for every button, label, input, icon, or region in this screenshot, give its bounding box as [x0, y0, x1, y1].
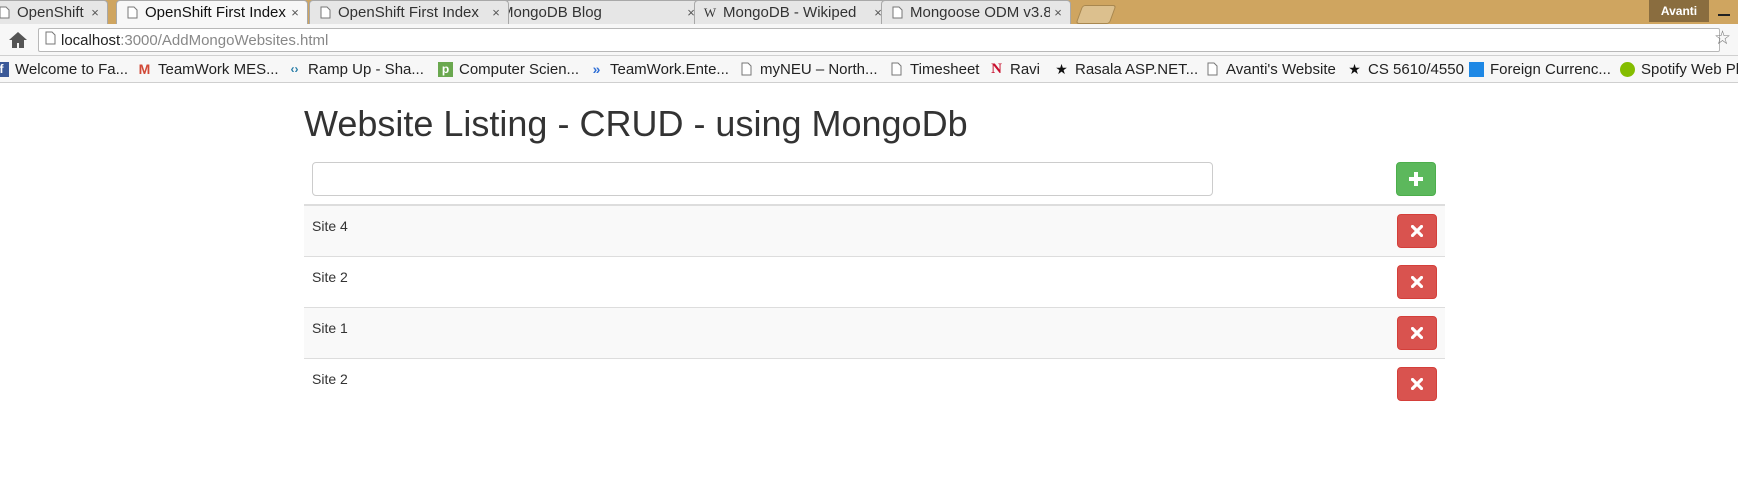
delete-site-button[interactable] [1397, 367, 1437, 401]
tab-label: OpenShift First Index [145, 4, 286, 21]
close-icon [1411, 378, 1423, 390]
bookmark-label: Foreign Currenc... [1490, 60, 1611, 78]
tab-label: OpenShift First Index [338, 4, 479, 21]
tab-mongodb-wikipedia[interactable]: W MongoDB - Wikiped × [694, 0, 891, 24]
home-icon[interactable] [8, 30, 28, 50]
tab-label: OpenShift O [17, 4, 87, 21]
bookmark-label: Timesheet [910, 60, 980, 78]
bookmark-label: Computer Scien... [459, 60, 580, 78]
new-site-input[interactable] [312, 162, 1213, 196]
tab-openshift-first-index-2[interactable]: OpenShift First Index × [309, 0, 509, 24]
blue-square-icon [1469, 61, 1484, 77]
profile-badge[interactable]: Avanti [1649, 0, 1709, 22]
bookmark-item[interactable]: ★ CS 5610/4550 [1347, 56, 1464, 82]
address-bar[interactable]: localhost:3000/AddMongoWebsites.html [38, 28, 1720, 52]
page-title: Website Listing - CRUD - using MongoDb [304, 103, 968, 144]
wikipedia-icon: W [703, 4, 717, 20]
bookmark-star-icon[interactable]: ☆ [1714, 29, 1731, 49]
delete-site-button[interactable] [1397, 265, 1437, 299]
bookmark-label: TeamWork.Ente... [610, 60, 729, 78]
tab-strip: OpenShift O × MongoDB Blog × W MongoDB -… [0, 0, 1738, 24]
new-tab-button[interactable] [1075, 5, 1117, 24]
add-site-button[interactable] [1396, 162, 1436, 196]
star-icon: ★ [1348, 60, 1361, 77]
bookmark-item[interactable]: p Computer Scien... [438, 56, 579, 82]
site-row: Site 4 [304, 206, 1445, 257]
page-icon [739, 62, 754, 77]
site-name: Site 4 [312, 218, 348, 234]
bookmark-item[interactable]: Spotify Web Pl [1620, 56, 1738, 82]
bookmark-item[interactable]: N Ravi [989, 56, 1040, 82]
bookmark-item[interactable]: Foreign Currenc... [1469, 56, 1611, 82]
bookmark-label: Ravi [1010, 60, 1041, 78]
tab-close-icon[interactable]: × [87, 5, 103, 20]
page-icon [889, 62, 904, 77]
tab-label: MongoDB - Wikiped [723, 4, 857, 21]
bookmark-label: Spotify Web Pl [1641, 60, 1738, 78]
spotify-icon [1620, 61, 1635, 77]
n-icon: N [991, 60, 1002, 77]
bookmark-label: Welcome to Fa... [15, 60, 129, 78]
bookmark-item[interactable]: ★ Rasala ASP.NET... [1054, 56, 1198, 82]
tab-close-icon[interactable]: × [1050, 5, 1066, 20]
page-icon [318, 6, 332, 20]
gmail-icon: M [138, 61, 151, 77]
site-row: Site 2 [304, 257, 1445, 308]
star-icon: ★ [1055, 60, 1068, 77]
page-icon [0, 6, 11, 20]
url-host: localhost [61, 31, 121, 49]
double-chevron-icon: » [592, 61, 601, 77]
url-text: localhost:3000/AddMongoWebsites.html [61, 32, 328, 49]
tab-openshift-o[interactable]: OpenShift O × [0, 0, 108, 24]
page-icon [45, 31, 56, 49]
delete-site-button[interactable] [1397, 214, 1437, 248]
site-row: Site 1 [304, 308, 1445, 359]
tab-label: Mongoose ODM v3.8 [910, 4, 1050, 21]
site-row: Site 2 [304, 359, 1445, 410]
bookmark-label: Ramp Up - Sha... [308, 60, 424, 78]
close-icon [1411, 327, 1423, 339]
bookmark-label: Avanti's Website [1226, 60, 1336, 78]
p-icon: p [438, 61, 453, 77]
close-icon [1411, 225, 1423, 237]
bookmark-item[interactable]: Timesheet [889, 56, 979, 82]
bookmark-item[interactable]: myNEU – North... [739, 56, 878, 82]
tab-close-icon[interactable]: × [287, 5, 303, 20]
bookmark-label: TeamWork MES... [158, 60, 279, 78]
site-name: Site 2 [312, 269, 348, 285]
bookmark-item[interactable]: ‹› Ramp Up - Sha... [287, 56, 424, 82]
facebook-icon: f [0, 61, 9, 77]
bookmark-label: CS 5610/4550 [1368, 60, 1464, 78]
tab-mongoose-odm[interactable]: Mongoose ODM v3.8 × [881, 0, 1071, 24]
site-name: Site 1 [312, 320, 348, 336]
page-icon [890, 6, 904, 20]
close-icon [1411, 276, 1423, 288]
bookmark-item[interactable]: Avanti's Website [1205, 56, 1336, 82]
code-icon: ‹› [290, 62, 299, 76]
tab-label: MongoDB Blog [501, 4, 602, 21]
tab-close-icon[interactable]: × [488, 5, 504, 20]
bookmark-label: myNEU – North... [760, 60, 878, 78]
delete-site-button[interactable] [1397, 316, 1437, 350]
bookmark-label: Rasala ASP.NET... [1075, 60, 1199, 78]
plus-icon [1409, 172, 1423, 186]
page-icon [125, 6, 139, 20]
bookmarks-bar: f Welcome to Fa... M TeamWork MES... ‹› … [0, 56, 1738, 83]
page-icon [1205, 62, 1220, 77]
tab-openshift-first-index-active[interactable]: OpenShift First Index × [116, 0, 308, 24]
site-name: Site 2 [312, 371, 348, 387]
bookmark-item[interactable]: » TeamWork.Ente... [589, 56, 729, 82]
bookmark-item[interactable]: M TeamWork MES... [137, 56, 279, 82]
url-path: :3000/AddMongoWebsites.html [120, 31, 329, 49]
bookmark-item[interactable]: f Welcome to Fa... [0, 56, 128, 82]
minimize-icon[interactable] [1718, 14, 1730, 16]
